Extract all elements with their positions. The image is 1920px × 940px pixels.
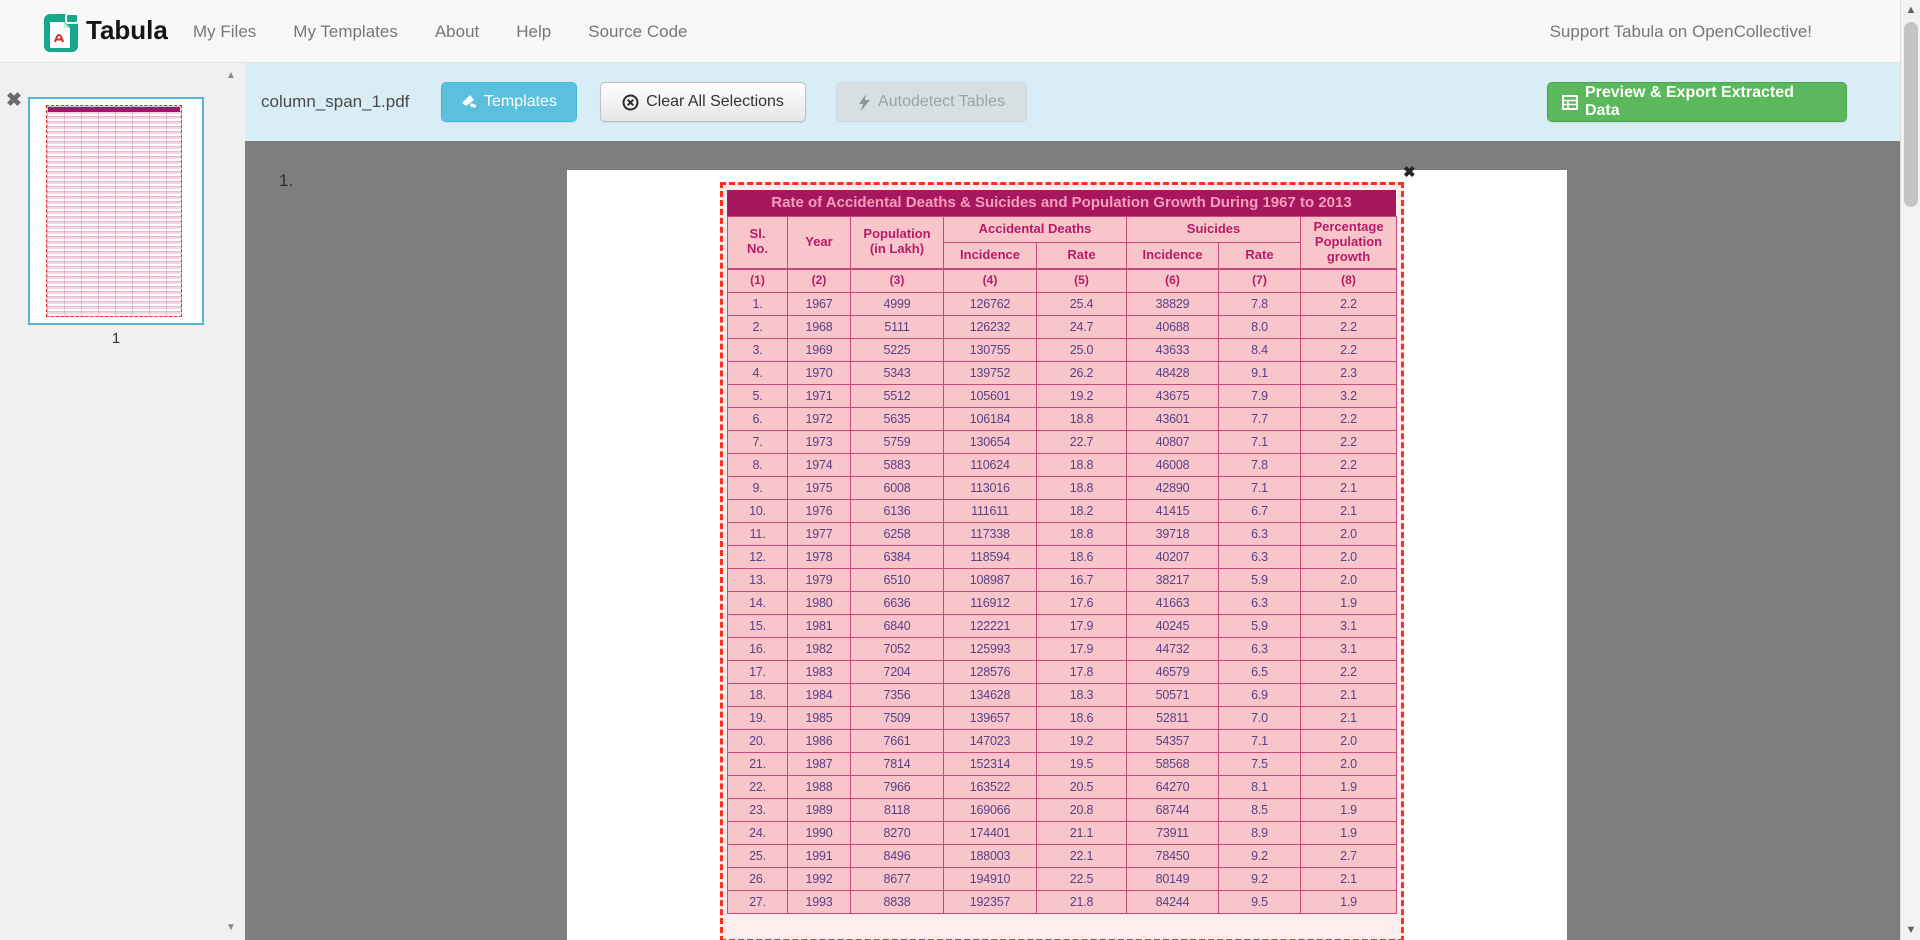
selection-close-icon[interactable]: ✖ bbox=[1403, 163, 1416, 181]
pdf-workspace: 1. Rate of Accidental Deaths & Suicides … bbox=[245, 141, 1900, 940]
window-scrollbar[interactable]: ▲ ▼ bbox=[1900, 0, 1920, 940]
nav-links: My Files My Templates About Help Source … bbox=[193, 0, 687, 63]
templates-trowel-icon bbox=[461, 94, 477, 110]
support-opencollective-link[interactable]: Support Tabula on OpenCollective! bbox=[1550, 22, 1812, 42]
nav-item-my-files[interactable]: My Files bbox=[193, 22, 256, 42]
document-toolbar: column_span_1.pdf Templates Clear All Se… bbox=[245, 63, 1900, 141]
scrollbar-up-icon[interactable]: ▲ bbox=[1901, 4, 1920, 16]
scrollbar-thumb[interactable] bbox=[1904, 22, 1918, 207]
page-thumbnail-sidebar: ✖ 1 ▲ ▼ bbox=[0, 63, 245, 940]
clear-circle-x-icon bbox=[622, 94, 639, 111]
nav-item-my-templates[interactable]: My Templates bbox=[293, 22, 398, 42]
nav-item-help[interactable]: Help bbox=[516, 22, 551, 42]
nav-item-source-code[interactable]: Source Code bbox=[588, 22, 687, 42]
top-navbar: Tabula My Files My Templates About Help … bbox=[0, 0, 1900, 63]
sidebar-scroll-down-icon[interactable]: ▼ bbox=[226, 922, 236, 933]
templates-button[interactable]: Templates bbox=[441, 82, 577, 122]
clear-button-label: Clear All Selections bbox=[646, 93, 784, 111]
sidebar-scroll-up-icon[interactable]: ▲ bbox=[226, 70, 236, 81]
preview-export-button[interactable]: Preview & Export Extracted Data bbox=[1547, 82, 1847, 122]
document-filename: column_span_1.pdf bbox=[261, 63, 409, 141]
autodetect-tables-button[interactable]: Autodetect Tables bbox=[836, 82, 1027, 122]
export-table-icon bbox=[1562, 95, 1578, 110]
lightning-bolt-icon bbox=[858, 94, 871, 111]
page-number-label: 1. bbox=[279, 171, 293, 191]
tabula-logo-icon[interactable] bbox=[44, 10, 80, 52]
thumbnail-page-number: 1 bbox=[28, 330, 204, 347]
thumbnail-table-titlebar bbox=[48, 107, 180, 112]
templates-button-label: Templates bbox=[484, 93, 557, 111]
thumbnail-selection-preview bbox=[46, 105, 182, 317]
nav-item-about[interactable]: About bbox=[435, 22, 479, 42]
clear-all-selections-button[interactable]: Clear All Selections bbox=[600, 82, 806, 122]
autodetect-button-label: Autodetect Tables bbox=[878, 93, 1005, 111]
brand-title[interactable]: Tabula bbox=[86, 15, 168, 46]
scrollbar-down-icon[interactable]: ▼ bbox=[1901, 924, 1920, 936]
pdf-page[interactable]: Rate of Accidental Deaths & Suicides and… bbox=[567, 170, 1567, 940]
table-selection-box[interactable] bbox=[720, 182, 1404, 940]
preview-button-label: Preview & Export Extracted Data bbox=[1585, 84, 1832, 120]
page-thumbnail[interactable] bbox=[28, 97, 204, 325]
remove-page-icon[interactable]: ✖ bbox=[6, 89, 22, 112]
tabula-app: Tabula My Files My Templates About Help … bbox=[0, 0, 1920, 940]
